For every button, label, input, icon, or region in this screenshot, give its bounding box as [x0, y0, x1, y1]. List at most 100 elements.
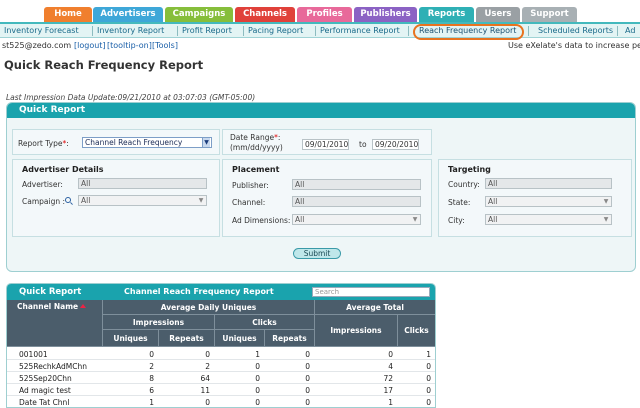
chevron-down-icon: ▼ [603, 198, 609, 205]
tab-users[interactable]: Users [476, 7, 520, 22]
value-cell: 0 [255, 386, 260, 395]
channel-field[interactable]: All [292, 196, 421, 207]
table-row: Ad magic test 6 11 0 0 17 0 [7, 385, 435, 396]
value-cell: 0 [426, 398, 431, 407]
date-to-input[interactable]: 09/20/2010 [372, 139, 419, 150]
subnav-pacing-report[interactable]: Pacing Report [248, 25, 303, 37]
state-select[interactable]: All ▼ [485, 196, 612, 207]
value-cell: 0 [255, 398, 260, 407]
sort-ascending-icon [80, 304, 87, 308]
subnav-divider [408, 26, 409, 36]
value-cell: 0 [426, 362, 431, 371]
value-cell: 1 [426, 350, 431, 359]
campaign-select[interactable]: All ▼ [78, 195, 207, 206]
country-label: Country: [448, 180, 480, 189]
targeting-title: Targeting [448, 165, 491, 174]
value-cell: 6 [149, 386, 154, 395]
col-repeats-impressions[interactable]: Repeats [159, 330, 215, 347]
submit-button[interactable]: Submit [293, 248, 341, 259]
value-cell: 0 [255, 362, 260, 371]
sub-impressions: Impressions [103, 315, 215, 330]
subnav-divider [92, 26, 93, 36]
logout-link[interactable]: [logout] [74, 41, 106, 50]
placement-title: Placement [232, 165, 280, 174]
results-subtitle: Channel Reach Frequency Report [124, 287, 274, 296]
group-average-total: Average Total [315, 300, 435, 315]
tab-campaigns[interactable]: Campaigns [165, 7, 233, 22]
value-cell: 0 [305, 362, 310, 371]
value-cell: 72 [383, 374, 393, 383]
date-to-label: to [359, 140, 367, 149]
subnav-inventory-forecast[interactable]: Inventory Forecast [4, 25, 79, 37]
value-cell: 0 [305, 386, 310, 395]
sub-clicks: Clicks [215, 315, 315, 330]
subnav-ad[interactable]: Ad [625, 25, 635, 37]
col-uniques-clicks[interactable]: Uniques [215, 330, 265, 347]
value-cell: 0 [388, 350, 393, 359]
subnav-performance-report[interactable]: Performance Report [320, 25, 400, 37]
results-header: Quick Report Channel Reach Frequency Rep… [7, 284, 435, 300]
value-cell: 0 [305, 374, 310, 383]
subnav-divider [528, 26, 529, 36]
table-row: Date Tat Chnl 1 0 0 0 1 0 [7, 397, 435, 407]
advertiser-label: Advertiser: [22, 180, 63, 189]
col-repeats-clicks[interactable]: Repeats [265, 330, 315, 347]
subnav-scheduled-reports[interactable]: Scheduled Reports [538, 25, 613, 37]
date-range-label: Date Range*: [230, 133, 281, 142]
value-cell: 0 [426, 386, 431, 395]
tooltip-toggle-link[interactable]: [tooltip-on] [107, 41, 152, 50]
ad-dimensions-label: Ad Dimensions: [232, 216, 291, 225]
channel-name-cell[interactable]: Ad magic test [19, 386, 71, 395]
panel-title: Quick Report [7, 103, 635, 118]
tab-support[interactable]: Support [522, 7, 577, 22]
value-cell: 8 [149, 374, 154, 383]
active-subnav-highlight [413, 24, 524, 40]
subnav-divider [617, 26, 618, 36]
value-cell: 17 [383, 386, 393, 395]
value-cell: 64 [200, 374, 210, 383]
subnav-inventory-report[interactable]: Inventory Report [97, 25, 164, 37]
channel-name-cell[interactable]: 525Sep20Chn [19, 374, 72, 383]
tab-channels[interactable]: Channels [235, 7, 295, 22]
col-uniques-impressions[interactable]: Uniques [103, 330, 159, 347]
tab-publishers[interactable]: Publishers [354, 7, 417, 22]
tab-profiles[interactable]: Profiles [297, 7, 352, 22]
value-cell: 1 [255, 350, 260, 359]
value-cell: 0 [305, 398, 310, 407]
publisher-field[interactable]: All [292, 179, 421, 190]
col-channel-name[interactable]: Channel Name [7, 300, 103, 347]
table-row: 525RechkAdMChn 2 2 0 0 4 0 [7, 361, 435, 372]
col-total-impressions[interactable]: Impressions [315, 315, 398, 347]
last-update-text: Last Impression Data Update:09/21/2010 a… [6, 93, 256, 102]
tab-reports[interactable]: Reports [419, 7, 474, 22]
col-total-clicks[interactable]: Clicks [398, 315, 435, 347]
date-from-input[interactable]: 09/01/2010 [302, 139, 349, 150]
ad-dimensions-select[interactable]: All ▼ [292, 214, 421, 225]
tab-advertisers[interactable]: Advertisers [93, 7, 163, 22]
channel-name-cell[interactable]: Date Tat Chnl [19, 398, 69, 407]
channel-name-cell[interactable]: 001001 [19, 350, 48, 359]
tools-link[interactable]: [Tools] [152, 41, 178, 50]
report-type-label: Report Type*: [18, 139, 69, 148]
city-select[interactable]: All ▼ [485, 214, 612, 225]
value-cell: 0 [255, 374, 260, 383]
channel-name-cell[interactable]: 525RechkAdMChn [19, 362, 87, 371]
tab-home[interactable]: Home [44, 7, 92, 22]
publisher-label: Publisher: [232, 181, 269, 190]
country-field[interactable]: All [485, 178, 612, 189]
report-type-select[interactable]: Channel Reach Frequency ▼ [82, 137, 212, 148]
search-icon[interactable] [65, 197, 71, 203]
value-cell: 4 [388, 362, 393, 371]
subnav-profit-report[interactable]: Profit Report [182, 25, 232, 37]
value-cell: 2 [149, 362, 154, 371]
chevron-down-icon: ▼ [603, 216, 609, 223]
value-cell: 1 [388, 398, 393, 407]
campaign-label: Campaign : [22, 197, 66, 206]
advertiser-field[interactable]: All [78, 178, 207, 189]
table-row: 001001 0 0 1 0 0 1 [7, 349, 435, 360]
chevron-down-icon: ▼ [202, 138, 210, 147]
promo-message[interactable]: Use eXelate's data to increase perf [508, 41, 640, 50]
results-search-input[interactable]: Search [312, 287, 430, 297]
date-format-hint: (mm/dd/yyyy) [230, 143, 283, 152]
value-cell: 1 [149, 398, 154, 407]
